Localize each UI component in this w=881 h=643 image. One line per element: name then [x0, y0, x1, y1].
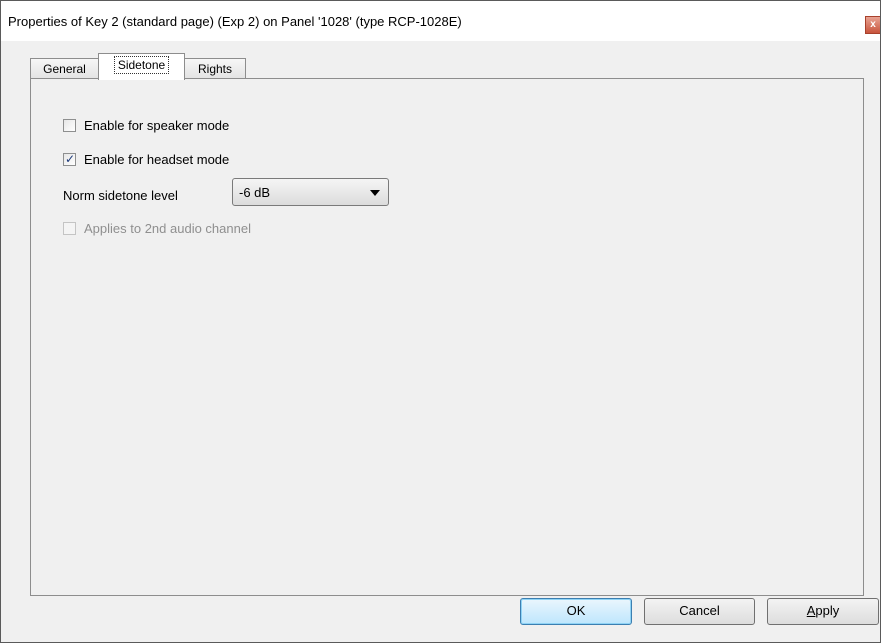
tab-sidetone-label: Sidetone	[113, 56, 170, 74]
tab-general[interactable]: General	[30, 58, 99, 79]
window-left-edge	[1, 41, 11, 642]
tab-sidetone[interactable]: Sidetone	[98, 53, 185, 80]
cancel-button[interactable]: Cancel	[644, 598, 755, 625]
title-bar: Properties of Key 2 (standard page) (Exp…	[1, 1, 880, 41]
sidetone-panel: Enable for speaker mode Enable for heads…	[30, 78, 864, 596]
headset-mode-checkbox[interactable]	[63, 151, 76, 167]
speaker-mode-checkbox[interactable]	[63, 119, 76, 132]
second-channel-checkbox	[63, 222, 76, 235]
speaker-mode-label: Enable for speaker mode	[84, 118, 230, 133]
headset-mode-label: Enable for headset mode	[84, 152, 230, 167]
apply-label-rest: pply	[815, 603, 840, 618]
ok-button[interactable]: OK	[520, 598, 632, 625]
properties-dialog: Properties of Key 2 (standard page) (Exp…	[0, 0, 881, 643]
norm-sidetone-level-select[interactable]: -6 dB	[232, 178, 389, 206]
close-icon[interactable]: x	[865, 16, 880, 34]
window-title: Properties of Key 2 (standard page) (Exp…	[8, 14, 462, 29]
norm-sidetone-level-label: Norm sidetone level	[63, 188, 178, 203]
dropdown-arrow-icon	[370, 190, 380, 196]
tab-rights[interactable]: Rights	[184, 58, 246, 79]
second-channel-label: Applies to 2nd audio channel	[84, 221, 251, 236]
norm-sidetone-level-value: -6 dB	[239, 185, 271, 200]
apply-button[interactable]: Apply	[767, 598, 879, 625]
